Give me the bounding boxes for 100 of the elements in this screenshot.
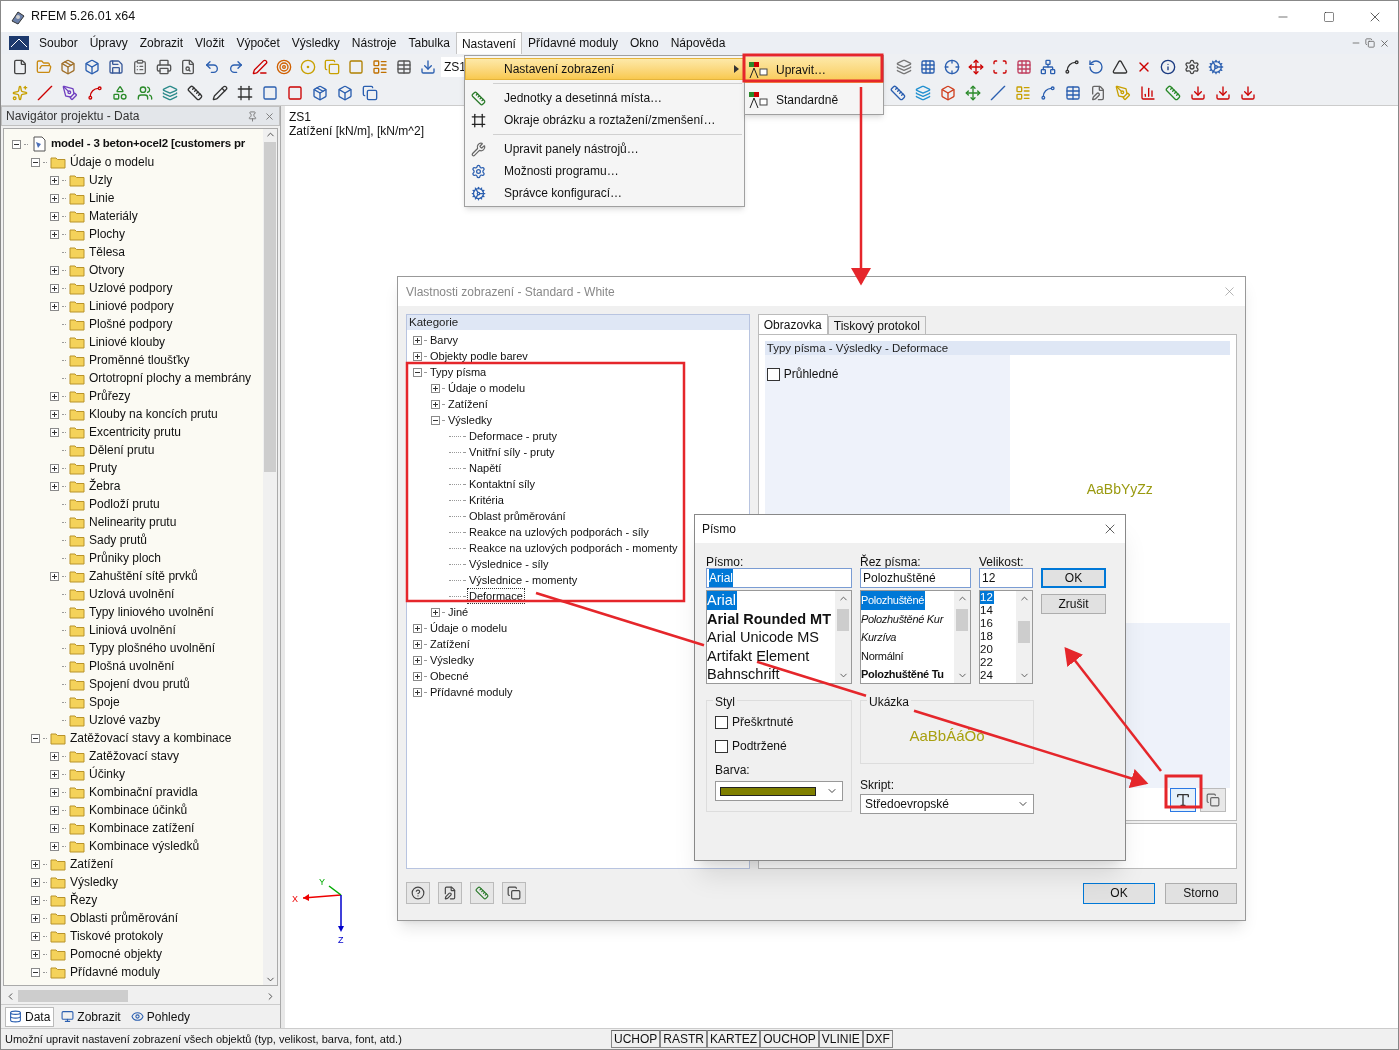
category-item[interactable]: Reakce na uzlových podporách - síly (467, 524, 651, 540)
rotate-icon[interactable] (1088, 59, 1104, 75)
tree-item[interactable]: Spoje (89, 693, 120, 711)
supports-icon[interactable] (137, 84, 153, 101)
layers-icon[interactable] (915, 84, 931, 101)
category-item[interactable]: Jiné (446, 604, 471, 620)
package-icon[interactable] (312, 84, 328, 101)
tree-item[interactable]: Plochy (89, 225, 126, 243)
list-item[interactable]: Polozhuštěné Tu (861, 665, 945, 683)
status-toggle[interactable]: RASTR (660, 1030, 707, 1048)
package-icon[interactable] (60, 59, 76, 75)
expand-toggle[interactable] (50, 229, 59, 239)
menu-item[interactable]: Možnosti programu… (465, 160, 744, 182)
expand-toggle[interactable] (413, 655, 422, 665)
menu-item[interactable]: Tabulka (402, 32, 456, 54)
expand-toggle[interactable] (31, 949, 40, 959)
expand-toggle[interactable] (413, 335, 422, 345)
tree-item[interactable]: Proměnné tloušťky (89, 351, 190, 369)
category-item[interactable]: Zatížení (446, 396, 490, 412)
target-icon[interactable] (276, 59, 292, 75)
tree-item[interactable]: Typy plošného uvolnění (89, 639, 216, 657)
vertical-scrollbar[interactable] (263, 129, 277, 985)
checkbox[interactable] (715, 739, 728, 753)
tree-item[interactable]: Oblasti průměrování (70, 909, 179, 927)
printer-icon[interactable] (156, 59, 172, 75)
scrollbar[interactable] (1016, 591, 1032, 683)
expand-toggle[interactable] (31, 913, 40, 923)
list-box[interactable]: Arial Arial Rounded MT Arial Unicode MS Artifakt Element Bahnschrift (706, 590, 852, 684)
menu-item[interactable]: Jednotky a desetinná místa… (465, 87, 744, 109)
category-item[interactable]: Výslednice - síly (467, 556, 551, 572)
menu-item[interactable]: Přídavné moduly (521, 32, 624, 54)
tree-item[interactable]: Tělesa (89, 243, 126, 261)
list-item[interactable]: 20 (980, 643, 994, 656)
tree-item[interactable]: Liniové podpory (89, 297, 174, 315)
shapes-icon[interactable] (112, 84, 128, 101)
triangle-icon[interactable] (1112, 59, 1128, 75)
text-field[interactable]: 12 (979, 568, 1033, 588)
crosshair-icon[interactable] (944, 59, 960, 75)
tree-item[interactable]: Materiály (89, 207, 138, 225)
status-toggle[interactable]: KARTEZ (707, 1030, 761, 1048)
layers-icon[interactable] (896, 59, 912, 75)
status-toggle[interactable]: UCHOP (611, 1030, 661, 1048)
tree-item[interactable]: Uzlová uvolnění (89, 585, 175, 603)
category-item[interactable]: Údaje o modelu (428, 620, 510, 636)
tree-item[interactable]: Typy liniového uvolnění (89, 603, 214, 621)
move-icon[interactable] (968, 59, 984, 75)
tree-item[interactable]: Kombinace výsledků (89, 837, 200, 855)
list-item[interactable]: 24 (980, 669, 994, 682)
expand-toggle[interactable] (50, 571, 59, 581)
tree-item[interactable]: Zatěžovací stavy (89, 747, 180, 765)
scan-icon[interactable] (992, 59, 1008, 75)
category-item[interactable]: Typy písma (428, 364, 489, 380)
checkbox[interactable] (715, 715, 728, 729)
expand-toggle[interactable] (431, 383, 440, 393)
category-item[interactable]: Kritéria (467, 492, 506, 508)
expand-toggle[interactable] (50, 823, 59, 833)
category-item[interactable]: Výslednice - momenty (467, 572, 580, 588)
expand-toggle[interactable] (50, 283, 59, 293)
dialog-button[interactable]: Zrušit (1041, 594, 1106, 614)
chart-icon[interactable] (1140, 84, 1156, 101)
tree-item[interactable]: Výsledky (70, 873, 119, 891)
pen-tool-icon[interactable] (62, 84, 78, 101)
tree-item[interactable]: Žebra (89, 477, 121, 495)
box-icon[interactable] (337, 84, 353, 101)
menu-item[interactable]: Nápověda (664, 32, 732, 54)
expand-toggle[interactable] (413, 687, 422, 697)
expand-toggle[interactable] (50, 211, 59, 221)
print-preview-icon[interactable] (180, 59, 196, 75)
expand-toggle[interactable] (431, 399, 440, 409)
tree-item[interactable]: Liniová uvolnění (89, 621, 176, 639)
tab[interactable]: Obrazovka (757, 314, 828, 334)
tree-item[interactable]: Otvory (89, 261, 125, 279)
category-item[interactable]: Deformace - pruty (467, 428, 560, 444)
list-item[interactable]: Bahnschrift (707, 665, 781, 683)
menu-item[interactable]: Nástroje (345, 32, 403, 54)
menu-item[interactable]: Okno (623, 32, 665, 54)
mdi-restore-icon[interactable] (1365, 38, 1375, 48)
expand-toggle[interactable] (50, 787, 59, 797)
expand-toggle[interactable] (50, 841, 59, 851)
tree-item[interactable]: Sady prutů (89, 531, 148, 549)
tree-item[interactable]: Průřezy (89, 387, 131, 405)
list-item[interactable]: Arial Unicode MS (707, 628, 820, 647)
expand-toggle[interactable] (50, 751, 59, 761)
load-icon[interactable] (420, 59, 436, 75)
close-icon[interactable] (264, 110, 275, 122)
scrollbar[interactable] (835, 591, 851, 683)
dialog-button[interactable]: OK (1041, 568, 1106, 588)
tree-item[interactable]: Ortotropní plochy a membrány (89, 369, 252, 387)
expand-toggle[interactable] (12, 139, 21, 149)
category-item[interactable]: Reakce na uzlových podporách - momenty (467, 540, 680, 556)
tree-item[interactable]: Pruty (89, 459, 117, 477)
expand-toggle[interactable] (50, 175, 59, 185)
expand-toggle[interactable] (50, 391, 59, 401)
status-toggle[interactable]: DXF (862, 1030, 893, 1048)
save-icon[interactable] (108, 59, 124, 75)
scrollbar-thumb[interactable] (837, 609, 849, 631)
grid-icon[interactable] (1016, 59, 1032, 75)
settings-icon[interactable] (1184, 59, 1200, 75)
tree-item[interactable]: Plošná uvolnění (89, 657, 175, 675)
document-menu-icon[interactable] (9, 36, 29, 50)
